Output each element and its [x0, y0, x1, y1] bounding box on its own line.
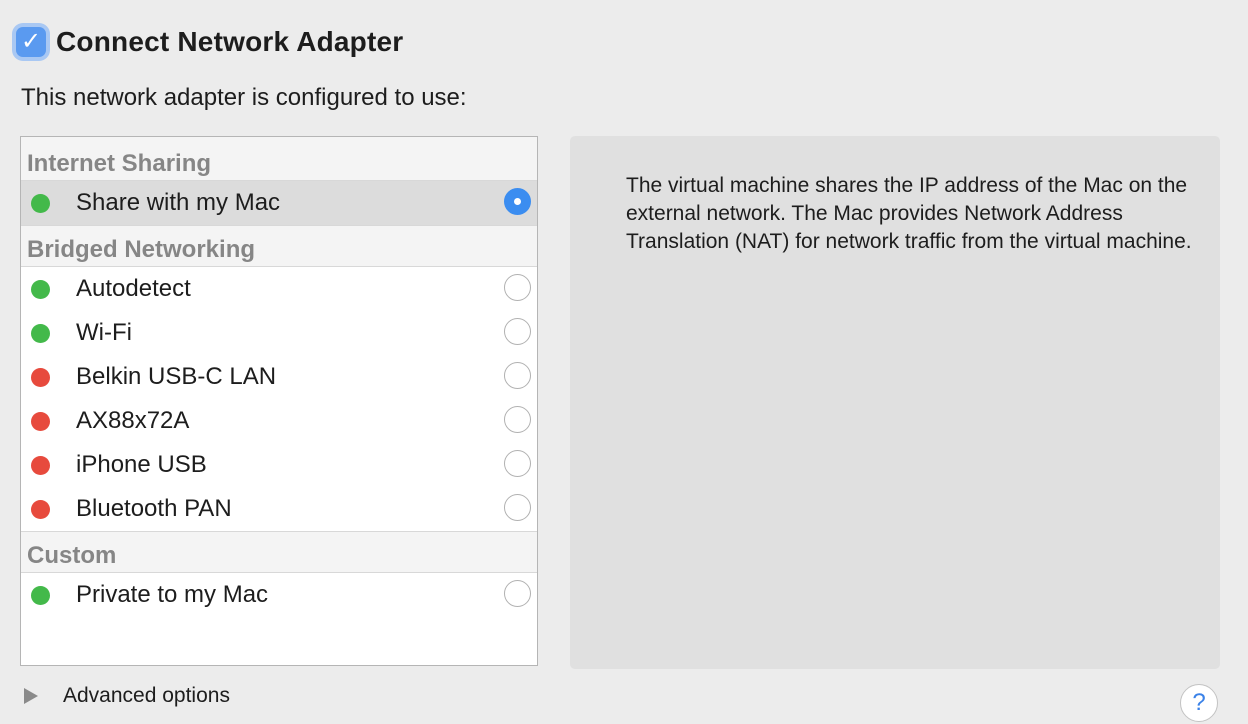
configured-to-use-label: This network adapter is configured to us…	[21, 84, 467, 111]
radio-button[interactable]	[504, 362, 531, 389]
network-row[interactable]: iPhone USB	[21, 443, 537, 487]
description-panel: The virtual machine shares the IP addres…	[570, 136, 1220, 669]
header: ✓ Connect Network Adapter	[16, 26, 403, 58]
radio-button[interactable]	[504, 406, 531, 433]
status-green-dot-icon	[31, 585, 50, 605]
description-text: The virtual machine shares the IP addres…	[626, 174, 1192, 253]
advanced-options-label: Advanced options	[63, 684, 230, 707]
network-row-label: Belkin USB-C LAN	[76, 363, 277, 390]
page-title: Connect Network Adapter	[56, 26, 404, 57]
group-header-label: Custom	[27, 542, 117, 569]
network-row[interactable]: Share with my Mac	[21, 181, 537, 225]
advanced-options-disclosure[interactable]: Advanced options	[24, 684, 230, 708]
network-row-label: Share with my Mac	[76, 189, 281, 216]
status-green-dot-icon	[31, 279, 50, 299]
network-row[interactable]: Private to my Mac	[21, 573, 537, 617]
network-row[interactable]: Autodetect	[21, 267, 537, 311]
status-red-dot-icon	[31, 367, 50, 387]
network-row-label: AX88x72A	[76, 407, 190, 434]
radio-button[interactable]	[504, 318, 531, 345]
status-green-dot-icon	[31, 323, 50, 343]
group-header: Bridged Networking	[21, 225, 537, 267]
network-row-label: iPhone USB	[76, 451, 207, 478]
disclosure-triangle-icon[interactable]	[24, 688, 38, 704]
status-red-dot-icon	[31, 411, 50, 431]
group-header-label: Internet Sharing	[27, 150, 212, 177]
radio-button[interactable]	[504, 494, 531, 521]
network-source-list: Internet Sharing Share with my Mac Bridged…	[20, 136, 538, 666]
group-header: Internet Sharing	[21, 137, 537, 181]
network-row-label: Private to my Mac	[76, 581, 269, 608]
group-header: Custom	[21, 531, 537, 573]
radio-button[interactable]	[504, 274, 531, 301]
network-row[interactable]: Bluetooth PAN	[21, 487, 537, 531]
connect-adapter-checkbox[interactable]: ✓	[16, 27, 46, 57]
network-row[interactable]: Belkin USB-C LAN	[21, 355, 537, 399]
radio-selected-icon[interactable]	[504, 188, 531, 215]
network-row-label: Wi-Fi	[76, 319, 132, 346]
network-row[interactable]: AX88x72A	[21, 399, 537, 443]
group-header-label: Bridged Networking	[27, 236, 256, 263]
help-button[interactable]: ?	[1180, 684, 1218, 722]
help-icon: ?	[1192, 689, 1206, 716]
network-row-label: Autodetect	[76, 275, 191, 302]
checkmark-icon: ✓	[20, 28, 42, 55]
status-red-dot-icon	[31, 455, 50, 475]
radio-button[interactable]	[504, 450, 531, 477]
radio-button[interactable]	[504, 580, 531, 607]
network-row[interactable]: Wi-Fi	[21, 311, 537, 355]
network-row-label: Bluetooth PAN	[76, 495, 232, 522]
status-red-dot-icon	[31, 499, 50, 519]
status-green-dot-icon	[31, 193, 50, 213]
